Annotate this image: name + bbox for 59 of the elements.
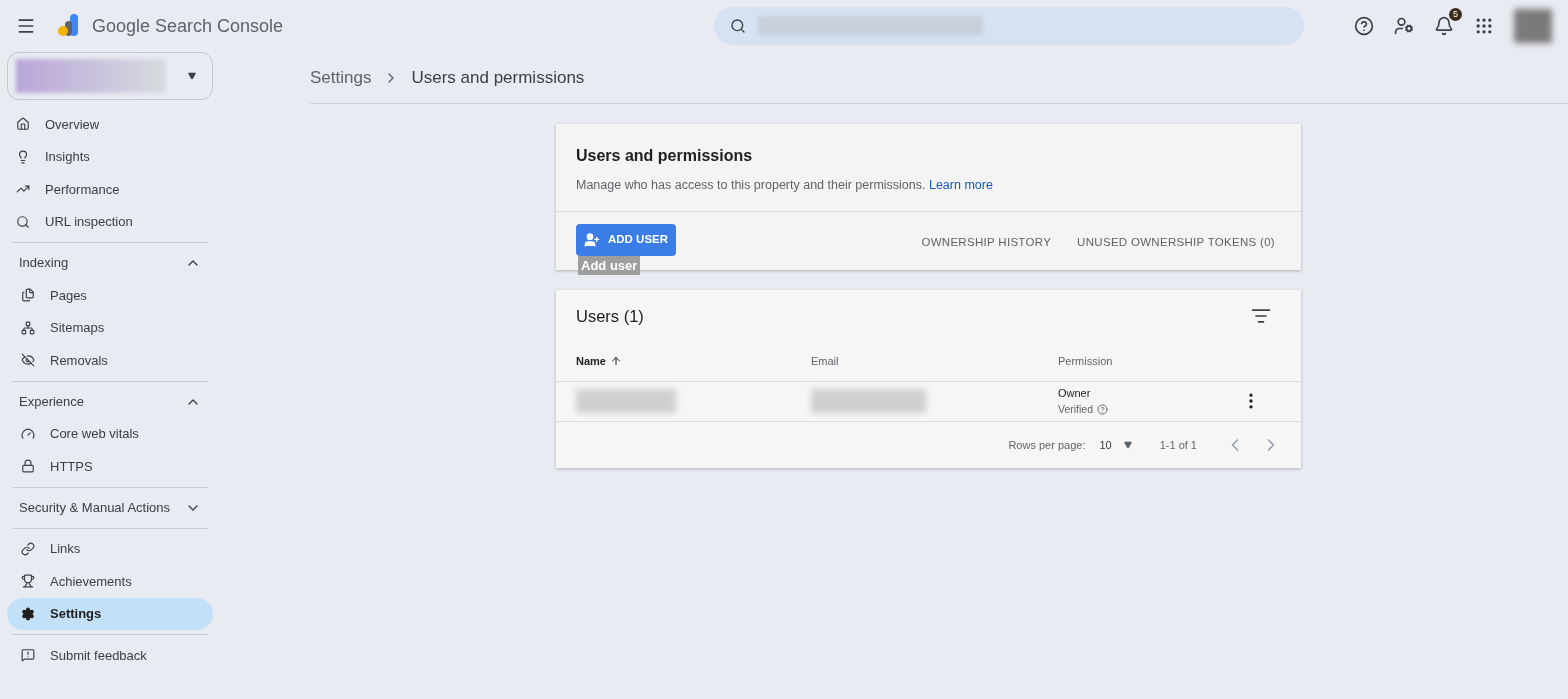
nav-item[interactable]: Links (7, 532, 213, 565)
add-user-button[interactable]: ADD USER (576, 223, 677, 256)
card-tab[interactable]: OWNERSHIP HISTORY (921, 233, 1052, 251)
verification-status: Verified (1058, 401, 1094, 417)
lock-icon (21, 459, 35, 474)
lightbulb-icon (16, 149, 30, 164)
dropdown-icon (188, 72, 196, 80)
settings-icon (21, 606, 35, 621)
help-icon[interactable] (1354, 16, 1374, 36)
section-header[interactable]: Experience (12, 385, 208, 418)
nav-item[interactable]: Pages (7, 279, 213, 312)
breadcrumb-current: Users and permissions (411, 66, 585, 89)
breadcrumb-link[interactable]: Settings (310, 64, 372, 91)
search-icon (730, 18, 746, 34)
search-field[interactable] (714, 7, 1304, 45)
rows-per-page-label: Rows per page: (1008, 437, 1086, 453)
nav-item[interactable]: HTTPS (7, 450, 213, 483)
rows-per-page-select[interactable]: 10 (1099, 436, 1132, 453)
nav-item[interactable]: Removals (7, 344, 213, 377)
nav-item[interactable]: Performance (7, 173, 213, 206)
user-settings-icon[interactable] (1394, 16, 1414, 36)
trophy-icon (21, 574, 35, 589)
nav-item[interactable]: Insights (7, 140, 213, 173)
nav-item[interactable]: Settings (7, 597, 213, 630)
card-description: Manage who has access to this property and their permissions. Learn more (576, 177, 994, 194)
menu-icon[interactable] (16, 16, 36, 36)
pagination-range: 1-1 of 1 (1159, 437, 1197, 453)
learn-more-link[interactable]: Learn more (928, 178, 993, 192)
column-header[interactable]: Permission (1058, 353, 1241, 370)
dialog-title: Add user (578, 255, 641, 276)
add-person-icon (584, 231, 600, 248)
nav-item[interactable]: Sitemaps (7, 311, 213, 344)
home-icon (16, 117, 30, 132)
sitemap-icon (21, 320, 35, 335)
feedback-icon (21, 648, 35, 663)
nav-item[interactable]: Overview (7, 108, 213, 141)
permission-role: Owner (1058, 386, 1092, 402)
link-icon (21, 541, 35, 556)
nav-item[interactable]: Achievements (7, 565, 213, 598)
search-icon (16, 214, 30, 229)
pages-icon (21, 288, 35, 303)
app-title: Google Search Console (92, 14, 284, 38)
card-title: Users and permissions (576, 146, 754, 166)
notification-badge: 5 (1449, 8, 1462, 21)
sort-ascending-icon (609, 355, 622, 368)
nav-item[interactable]: URL inspection (7, 205, 213, 238)
gauge-icon (21, 426, 35, 441)
users-title: Users (1) (576, 306, 644, 328)
dropdown-icon (1123, 440, 1132, 449)
eye-off-icon (21, 353, 35, 368)
card-tab[interactable]: UNUSED OWNERSHIP TOKENS (0) (1077, 233, 1275, 251)
section-header[interactable]: Security & Manual Actions (12, 491, 208, 524)
nav-item[interactable]: Submit feedback (7, 639, 213, 672)
column-header[interactable]: Email (811, 353, 1058, 370)
section-header[interactable]: Indexing (12, 247, 208, 279)
nav-item[interactable]: Core web vitals (7, 417, 213, 450)
column-header[interactable]: Name (576, 353, 811, 370)
apps-icon[interactable] (1474, 16, 1494, 36)
bell-icon[interactable] (1434, 16, 1454, 36)
